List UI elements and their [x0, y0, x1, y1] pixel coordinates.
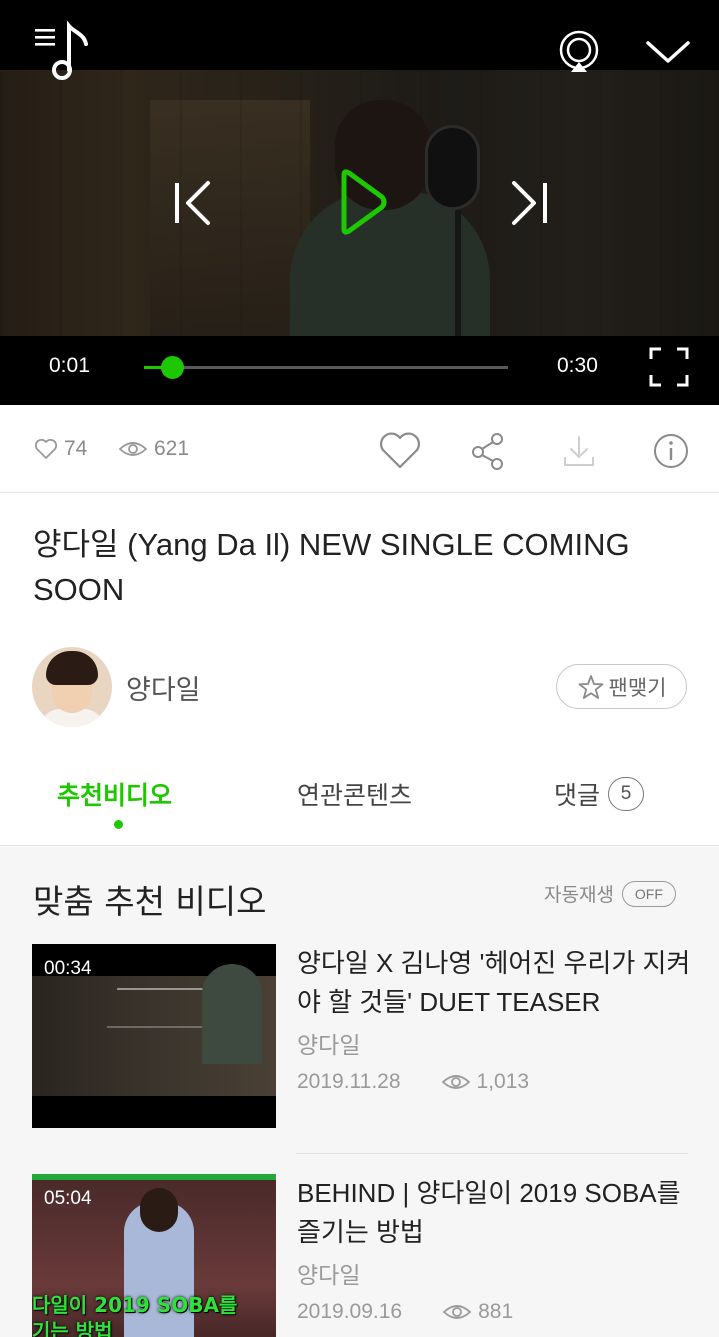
fan-button[interactable]: 팬맺기: [556, 664, 687, 709]
chevron-down-icon[interactable]: [642, 35, 694, 69]
video-card-title[interactable]: 양다일 X 김나영 '헤어진 우리가 지켜야 할 것들' DUET TEASER: [297, 944, 692, 1022]
video-title: 양다일 (Yang Da Il) NEW SINGLE COMING SOON: [33, 527, 630, 607]
tab-recommended-videos[interactable]: 추천비디오: [57, 776, 172, 812]
like-button[interactable]: [376, 427, 424, 475]
fullscreen-icon[interactable]: [648, 346, 690, 388]
video-card-title[interactable]: BEHIND | 양다일이 2019 SOBA를 즐기는 방법: [297, 1174, 692, 1252]
share-button[interactable]: [464, 427, 512, 475]
active-tab-indicator: [114, 820, 123, 829]
content-tabs: 추천비디오 연관콘텐츠 댓글 5: [0, 758, 719, 846]
like-count-value: 74: [64, 437, 88, 460]
airplay-icon[interactable]: [555, 30, 603, 74]
recommendations-section: 맞춤 추천 비디오 자동재생 OFF 00:34 양다일 X 김나영 '헤어진 …: [0, 847, 719, 1337]
share-icon: [472, 433, 503, 470]
video-stats-bar: 74 621: [0, 405, 719, 493]
like-count: 74: [34, 437, 87, 461]
skip-previous-icon[interactable]: [168, 175, 216, 231]
download-button[interactable]: [555, 427, 603, 475]
video-card-date: 2019.11.28: [297, 1070, 401, 1093]
music-menu-icon[interactable]: [30, 20, 94, 84]
info-icon: [654, 434, 688, 468]
duration-time: 0:30: [557, 354, 598, 377]
video-duration: 05:04: [44, 1188, 92, 1209]
video-card-meta: 2019.09.16 881: [297, 1300, 513, 1324]
video-card-views: 1,013: [476, 1070, 530, 1093]
eye-icon: [118, 442, 148, 456]
heart-small-icon: [34, 438, 58, 459]
thumbnail-caption: 다일이 2019 SOBA를 기는 방법: [32, 1293, 238, 1337]
video-thumbnail[interactable]: 00:34: [32, 944, 276, 1128]
card-divider: [296, 1153, 688, 1154]
autoplay-control[interactable]: 자동재생 OFF: [544, 880, 676, 907]
video-card-views: 881: [478, 1300, 514, 1323]
skip-next-icon[interactable]: [506, 175, 554, 231]
download-icon: [564, 436, 594, 466]
section-title: 맞춤 추천 비디오: [33, 882, 267, 921]
fan-button-label: 팬맺기: [608, 675, 667, 700]
view-count-value: 621: [154, 437, 190, 460]
video-card-meta: 2019.11.28 1,013: [297, 1070, 529, 1094]
tab-label: 추천비디오: [57, 781, 173, 810]
video-card[interactable]: 05:04 다일이 2019 SOBA를 기는 방법 BEHIND | 양다일이…: [0, 1174, 719, 1337]
view-count: 621: [118, 437, 189, 461]
video-card[interactable]: 00:34 양다일 X 김나영 '헤어진 우리가 지켜야 할 것들' DUET …: [0, 944, 719, 1154]
video-card-date: 2019.09.16: [297, 1300, 403, 1323]
seek-handle[interactable]: [161, 356, 184, 379]
tab-label: 댓글: [554, 781, 601, 810]
eye-icon: [442, 1305, 472, 1319]
tab-label: 연관콘텐츠: [297, 781, 413, 810]
video-thumbnail[interactable]: 05:04 다일이 2019 SOBA를 기는 방법: [32, 1174, 276, 1337]
video-player[interactable]: 0:01 0:30: [0, 0, 719, 405]
current-time: 0:01: [49, 354, 90, 377]
eye-icon: [441, 1075, 470, 1089]
video-duration: 00:34: [44, 958, 92, 979]
autoplay-toggle[interactable]: OFF: [621, 880, 676, 907]
video-card-channel: 양다일: [297, 1033, 361, 1059]
autoplay-label: 자동재생: [544, 884, 614, 906]
tab-related-contents[interactable]: 연관콘텐츠: [297, 776, 412, 812]
info-button[interactable]: [647, 427, 695, 475]
play-icon[interactable]: [334, 165, 392, 239]
tab-comments[interactable]: 댓글 5: [554, 776, 645, 812]
comment-count-badge: 5: [608, 777, 645, 811]
star-icon: [578, 674, 603, 699]
seek-bar[interactable]: [144, 356, 508, 379]
video-card-channel: 양다일: [297, 1263, 361, 1289]
heart-icon: [380, 432, 420, 469]
channel-avatar[interactable]: [32, 647, 112, 727]
channel-name[interactable]: 양다일: [126, 668, 201, 707]
